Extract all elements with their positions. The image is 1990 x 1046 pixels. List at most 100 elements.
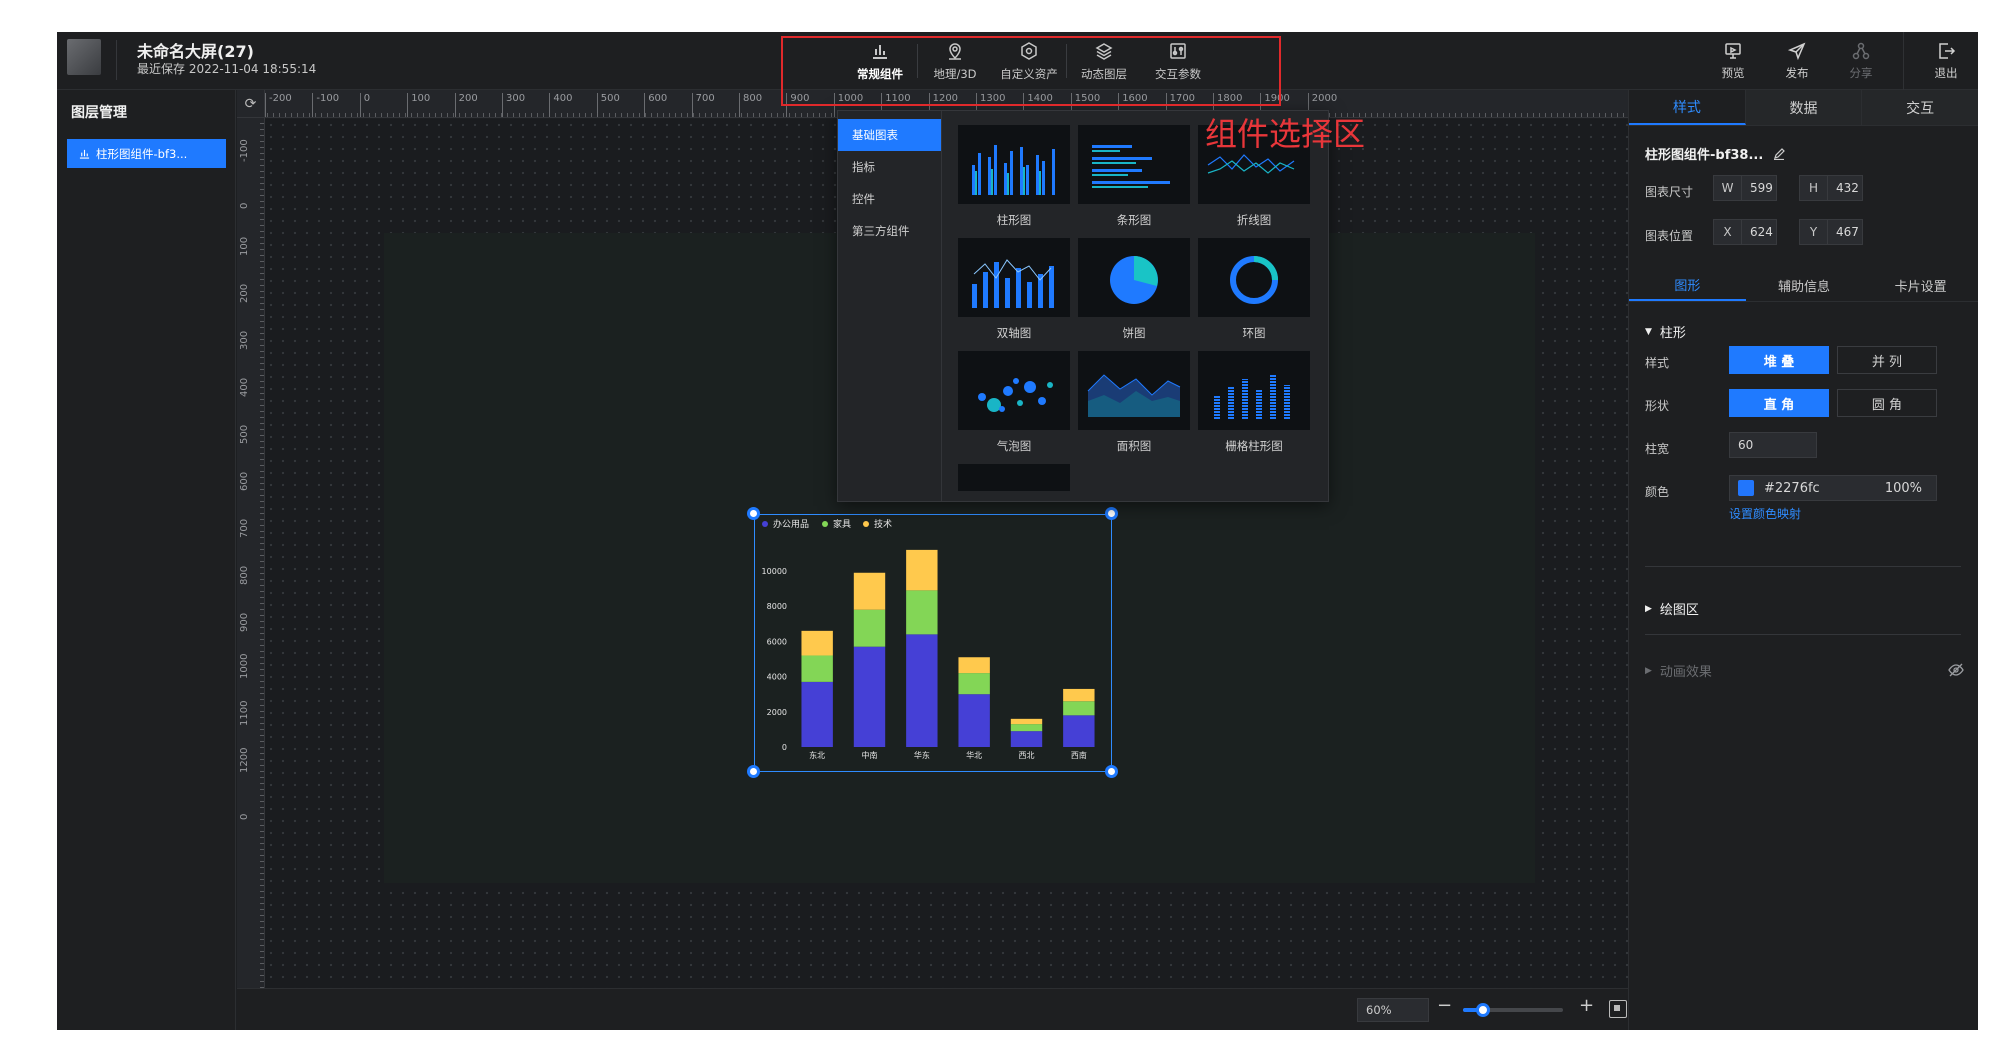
publish-label: 发布 <box>1785 66 1809 80</box>
tab-style[interactable]: 样式 <box>1629 90 1746 125</box>
resize-handle[interactable] <box>1105 507 1118 520</box>
bar-width-input[interactable]: 60 <box>1729 432 1817 458</box>
bar-segment <box>906 549 938 591</box>
toolbar-interaction-params[interactable]: 交互参数 <box>1141 34 1215 88</box>
subtab-card-settings[interactable]: 卡片设置 <box>1862 270 1978 301</box>
color-swatch <box>1738 480 1754 496</box>
component-bubble-chart[interactable]: 气泡图 <box>958 351 1070 454</box>
y-tick-label: 8000 <box>767 602 787 611</box>
subtab-shape[interactable]: 图形 <box>1629 270 1746 301</box>
tab-interaction[interactable]: 交互 <box>1862 90 1978 125</box>
component-more[interactable] <box>958 464 1070 491</box>
section-anim-header[interactable]: ▶ 动画效果 <box>1645 661 1712 680</box>
bar-chart-component[interactable]: 办公用品 家具 技术 10000 8000 6000 4000 2000 0 东北 中南 华东 华北 西北… <box>754 514 1112 772</box>
bar-shape-label: 形状 <box>1645 399 1670 413</box>
y-field[interactable]: Y 467 <box>1799 219 1863 245</box>
bar-segment <box>906 590 938 635</box>
stacked-option[interactable]: 堆 叠 <box>1729 346 1829 374</box>
tab-data[interactable]: 数据 <box>1745 90 1863 125</box>
component-grid-bar-chart[interactable]: 栅格柱形图 <box>1198 351 1310 454</box>
toolbar-geo-3d[interactable]: 地理/3D <box>918 34 992 88</box>
resize-handle[interactable] <box>747 507 760 520</box>
refresh-icon[interactable]: ⟳ <box>237 90 265 118</box>
edit-icon[interactable] <box>1773 147 1786 160</box>
toolbar-common-components[interactable]: 常规组件 <box>843 34 917 88</box>
grouped-option[interactable]: 并 列 <box>1837 346 1937 374</box>
component-name-text: 柱形图组件-bf38... <box>1645 148 1764 163</box>
x-tick-label: 华东 <box>914 750 930 760</box>
category-controls[interactable]: 控件 <box>838 183 941 215</box>
bar-segment <box>1010 731 1043 747</box>
preview-button[interactable]: 预览 <box>1701 32 1765 90</box>
category-metrics[interactable]: 指标 <box>838 151 941 183</box>
color-picker[interactable]: #2276fc 100% <box>1729 475 1937 501</box>
component-area-chart[interactable]: 面积图 <box>1078 351 1190 454</box>
component-label: 栅格柱形图 <box>1225 439 1283 453</box>
width-field[interactable]: W 599 <box>1713 175 1777 201</box>
ruler-tick-label: 600 <box>644 93 667 117</box>
height-prefix: H <box>1800 176 1828 200</box>
zoom-slider[interactable] <box>1463 1003 1563 1017</box>
y-tick-label: 0 <box>782 743 787 752</box>
exit-label: 退出 <box>1934 66 1958 80</box>
ruler-tick-label: 100 <box>407 93 430 117</box>
ruler-tick-label: -100 <box>239 139 250 162</box>
color-opacity: 100% <box>1884 480 1922 496</box>
publish-button[interactable]: 发布 <box>1765 32 1829 90</box>
app-logo[interactable] <box>67 39 101 75</box>
ruler-tick-label: 200 <box>454 93 478 117</box>
x-field[interactable]: X 624 <box>1713 219 1777 245</box>
color-mapping-link[interactable]: 设置颜色映射 <box>1729 505 1801 522</box>
legend-label: 办公用品 <box>773 518 809 530</box>
subtab-aux-info[interactable]: 辅助信息 <box>1746 270 1863 301</box>
zoom-in-button[interactable]: + <box>1579 995 1594 1016</box>
round-corner-option[interactable]: 圆 角 <box>1837 389 1937 417</box>
zoom-out-button[interactable]: − <box>1437 995 1452 1016</box>
component-label: 气泡图 <box>996 439 1032 453</box>
component-horizontal-bar[interactable]: 条形图 <box>1078 125 1190 228</box>
legend-marker <box>822 521 828 527</box>
y-tick-label: 2000 <box>767 708 787 717</box>
share-button[interactable]: 分享 <box>1829 32 1893 90</box>
bar-segment <box>853 609 886 647</box>
component-ring-chart[interactable]: 环图 <box>1198 238 1310 341</box>
height-field[interactable]: H 432 <box>1799 175 1863 201</box>
component-label: 条形图 <box>1116 213 1152 227</box>
legend-marker <box>762 521 768 527</box>
toolbar-dynamic-layers[interactable]: 动态图层 <box>1067 34 1141 88</box>
bar-width-label: 柱宽 <box>1645 442 1670 456</box>
vertical-ruler: -100 0 100 200 300 400 500 600 700 800 900 1000 1100… <box>237 118 265 988</box>
divider <box>116 40 117 80</box>
component-label: 柱形图 <box>996 213 1032 227</box>
component-pie-chart[interactable]: 饼图 <box>1078 238 1190 341</box>
component-label: 饼图 <box>1122 326 1146 340</box>
toolbar-custom-assets[interactable]: 自定义资产 <box>992 34 1066 88</box>
section-plot-header[interactable]: ▶ 绘图区 <box>1645 599 1699 618</box>
section-bar-header[interactable]: ▼ 柱形 <box>1645 322 1686 341</box>
ruler-tick-label: 500 <box>239 424 250 444</box>
zoom-input[interactable]: 60% <box>1357 998 1429 1022</box>
category-basic-charts[interactable]: 基础图表 <box>838 119 941 151</box>
zoom-slider-thumb[interactable] <box>1476 1003 1490 1017</box>
component-bar-chart[interactable]: 柱形图 <box>958 125 1070 228</box>
toolbar-label: 动态图层 <box>1081 66 1127 81</box>
project-title[interactable]: 未命名大屏(27) <box>137 38 254 62</box>
component-dual-axis[interactable]: 双轴图 <box>958 238 1070 341</box>
legend-label: 技术 <box>874 518 892 530</box>
resize-handle[interactable] <box>1105 765 1118 778</box>
square-corner-option[interactable]: 直 角 <box>1729 389 1829 417</box>
properties-panel: 样式 数据 交互 柱形图组件-bf38... 图表尺寸 W 599 H 432 图表… <box>1628 90 1978 1030</box>
layer-item[interactable]: 柱形图组件-bf3... <box>67 139 226 168</box>
y-tick-label: 6000 <box>767 637 787 646</box>
component-thumbnail <box>958 464 1070 491</box>
eye-off-icon[interactable] <box>1948 662 1964 678</box>
category-third-party[interactable]: 第三方组件 <box>838 215 941 247</box>
exit-button[interactable]: 退出 <box>1914 32 1978 90</box>
component-thumbnail <box>958 351 1070 430</box>
fit-screen-icon[interactable] <box>1609 1000 1627 1018</box>
caret-right-icon: ▶ <box>1645 665 1652 676</box>
component-name: 柱形图组件-bf38... <box>1645 144 1786 163</box>
section-bar-label: 柱形 <box>1659 326 1686 341</box>
resize-handle[interactable] <box>747 765 760 778</box>
component-toolbar: 常规组件 地理/3D 自定义资产 动态图层 交互参数 <box>843 34 1215 88</box>
